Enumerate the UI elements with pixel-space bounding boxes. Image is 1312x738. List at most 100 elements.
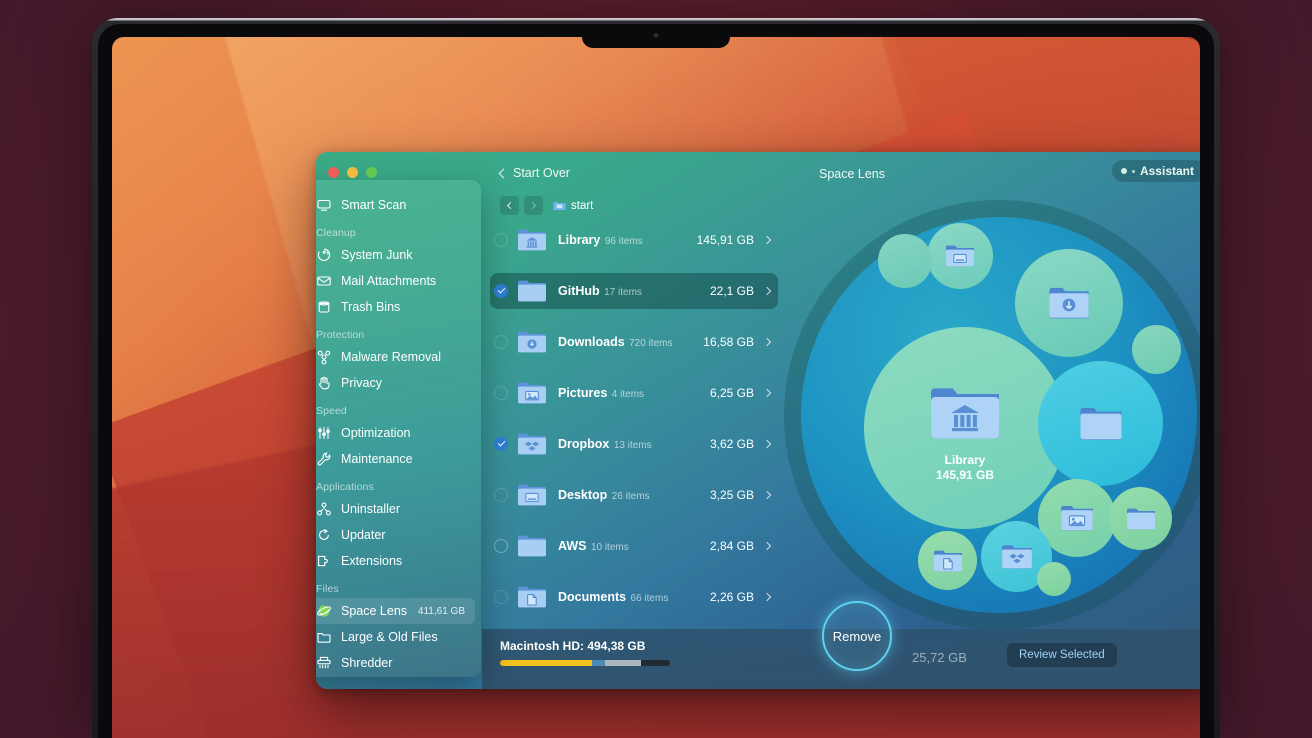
updater-icon — [316, 527, 332, 543]
sidebar-group-title: Speed — [316, 405, 347, 417]
plain-folder-icon — [1080, 407, 1121, 440]
row-checkbox[interactable] — [494, 539, 508, 553]
sidebar-item-system-junk[interactable]: System Junk — [316, 242, 481, 268]
row-name: AWS — [558, 539, 587, 553]
chevron-right-icon[interactable] — [762, 235, 772, 245]
table-row[interactable]: Library 96 items 145,91 GB — [490, 222, 778, 258]
sidebar-item-extensions[interactable]: Extensions — [316, 548, 481, 574]
library-folder-icon — [931, 388, 999, 439]
table-row[interactable]: Desktop 26 items 3,25 GB — [490, 477, 778, 513]
privacy-hand-icon — [316, 375, 332, 391]
row-items: 66 items — [630, 593, 669, 604]
sidebar-item-large-and-old-files[interactable]: Large & Old Files — [316, 624, 481, 650]
row-checkbox[interactable] — [494, 590, 508, 604]
row-checkbox[interactable] — [494, 284, 508, 298]
row-size: 3,25 GB — [709, 488, 754, 502]
malware-icon — [316, 349, 332, 365]
downloads-folder-icon — [517, 330, 547, 354]
bubble-documents[interactable] — [918, 531, 977, 590]
assistant-button[interactable]: Assistant — [1111, 160, 1200, 182]
nav-forward-button[interactable] — [524, 196, 543, 215]
bubble-unlabeled-2[interactable] — [1132, 325, 1181, 374]
desktop-folder-icon — [946, 245, 974, 267]
row-meta: Pictures 4 items — [558, 384, 710, 402]
minimize-button[interactable] — [347, 167, 358, 178]
nav-back-button[interactable] — [500, 196, 519, 215]
pictures-folder-icon — [517, 381, 547, 405]
sidebar-item-maintenance[interactable]: Maintenance — [316, 446, 481, 472]
chevron-right-icon[interactable] — [762, 592, 772, 602]
sidebar-item-label: Maintenance — [341, 452, 413, 466]
table-row[interactable]: Dropbox 13 items 3,62 GB — [490, 426, 778, 462]
sidebar-item-smart-scan[interactable]: Smart Scan — [316, 192, 481, 218]
sidebar: Smart Scan Cleanup System Junk Mail Atta… — [316, 180, 481, 677]
bubble-unlabeled-3[interactable] — [1037, 562, 1071, 596]
desktop-wallpaper: Smart Scan Cleanup System Junk Mail Atta… — [112, 37, 1200, 738]
chevron-right-icon[interactable] — [762, 388, 772, 398]
system-junk-icon — [316, 247, 332, 263]
chevron-right-icon[interactable] — [762, 490, 772, 500]
sidebar-item-mail-attachments[interactable]: Mail Attachments — [316, 268, 481, 294]
table-row[interactable]: AWS 10 items 2,84 GB — [490, 528, 778, 564]
window-controls[interactable] — [328, 167, 377, 178]
row-meta: AWS 10 items — [558, 537, 710, 555]
sidebar-item-optimization[interactable]: Optimization — [316, 420, 481, 446]
bubble-aws[interactable] — [1109, 487, 1172, 550]
bubble-unlabeled-1[interactable] — [878, 234, 932, 288]
close-button[interactable] — [328, 167, 339, 178]
space-lens-bubble-chart: Library 145,91 GB — [784, 200, 1200, 630]
bubble-label: Library — [944, 453, 986, 467]
sidebar-item-label: Malware Removal — [341, 350, 442, 364]
sidebar-item-shredder[interactable]: Shredder — [316, 650, 481, 676]
row-size: 2,26 GB — [709, 590, 754, 604]
zoom-button[interactable] — [366, 167, 377, 178]
remove-button[interactable]: Remove — [822, 601, 892, 671]
row-checkbox[interactable] — [494, 488, 508, 502]
disk-usage-label: Macintosh HD: 494,38 GB — [500, 639, 646, 653]
row-checkbox[interactable] — [494, 386, 508, 400]
table-row[interactable]: Pictures 4 items 6,25 GB — [490, 375, 778, 411]
smart-scan-icon — [316, 197, 332, 213]
page-title: Space Lens — [818, 167, 886, 181]
mail-icon — [316, 273, 332, 289]
chevron-right-icon[interactable] — [762, 439, 772, 449]
sidebar-item-privacy[interactable]: Privacy — [316, 370, 481, 396]
bubble-library[interactable]: Library 145,91 GB — [864, 327, 1066, 529]
sidebar-item-updater[interactable]: Updater — [316, 522, 481, 548]
row-items: 13 items — [613, 440, 652, 451]
usage-segment-grey — [605, 660, 642, 666]
webcam-icon — [653, 33, 659, 38]
sidebar-item-malware-removal[interactable]: Malware Removal — [316, 344, 481, 370]
chevron-right-icon[interactable] — [762, 286, 772, 296]
plain-folder-icon — [517, 534, 547, 558]
remove-label: Remove — [832, 628, 882, 644]
row-meta: Documents 66 items — [558, 588, 710, 606]
folder-icon — [316, 629, 332, 645]
main-content: Start Over Space Lens Assistant start Li… — [482, 152, 1200, 689]
row-checkbox[interactable] — [494, 233, 508, 247]
laptop-frame: Smart Scan Cleanup System Junk Mail Atta… — [92, 18, 1220, 738]
sidebar-item-trash-bins[interactable]: Trash Bins — [316, 294, 481, 320]
documents-folder-icon — [933, 550, 962, 571]
row-checkbox[interactable] — [494, 335, 508, 349]
row-size: 145,91 GB — [696, 233, 754, 247]
usage-segment-yellow — [500, 660, 592, 666]
sidebar-group-title: Cleanup — [316, 227, 356, 239]
breadcrumb-item-start[interactable]: start — [553, 200, 593, 212]
chevron-right-icon[interactable] — [762, 541, 772, 551]
review-selected-button[interactable]: Review Selected — [1007, 643, 1117, 667]
bubble-downloads[interactable] — [1015, 249, 1123, 357]
table-row[interactable]: GitHub 17 items 22,1 GB — [490, 273, 778, 309]
bubble-desktop[interactable] — [927, 223, 993, 289]
chevron-right-icon — [528, 201, 537, 210]
sidebar-item-space-lens[interactable]: Space Lens 411,61 GB — [316, 598, 475, 624]
chevron-right-icon[interactable] — [762, 337, 772, 347]
bottom-bar: Macintosh HD: 494,38 GB Remove 25,72 GB — [482, 601, 1200, 689]
plain-folder-icon — [517, 279, 547, 303]
row-size: 6,25 GB — [709, 386, 754, 400]
bubble-github[interactable] — [1038, 361, 1163, 486]
row-checkbox[interactable] — [494, 437, 508, 451]
table-row[interactable]: Downloads 720 items 16,58 GB — [490, 324, 778, 360]
table-row[interactable]: Documents 66 items 2,26 GB — [490, 579, 778, 615]
sidebar-item-uninstaller[interactable]: Uninstaller — [316, 496, 481, 522]
